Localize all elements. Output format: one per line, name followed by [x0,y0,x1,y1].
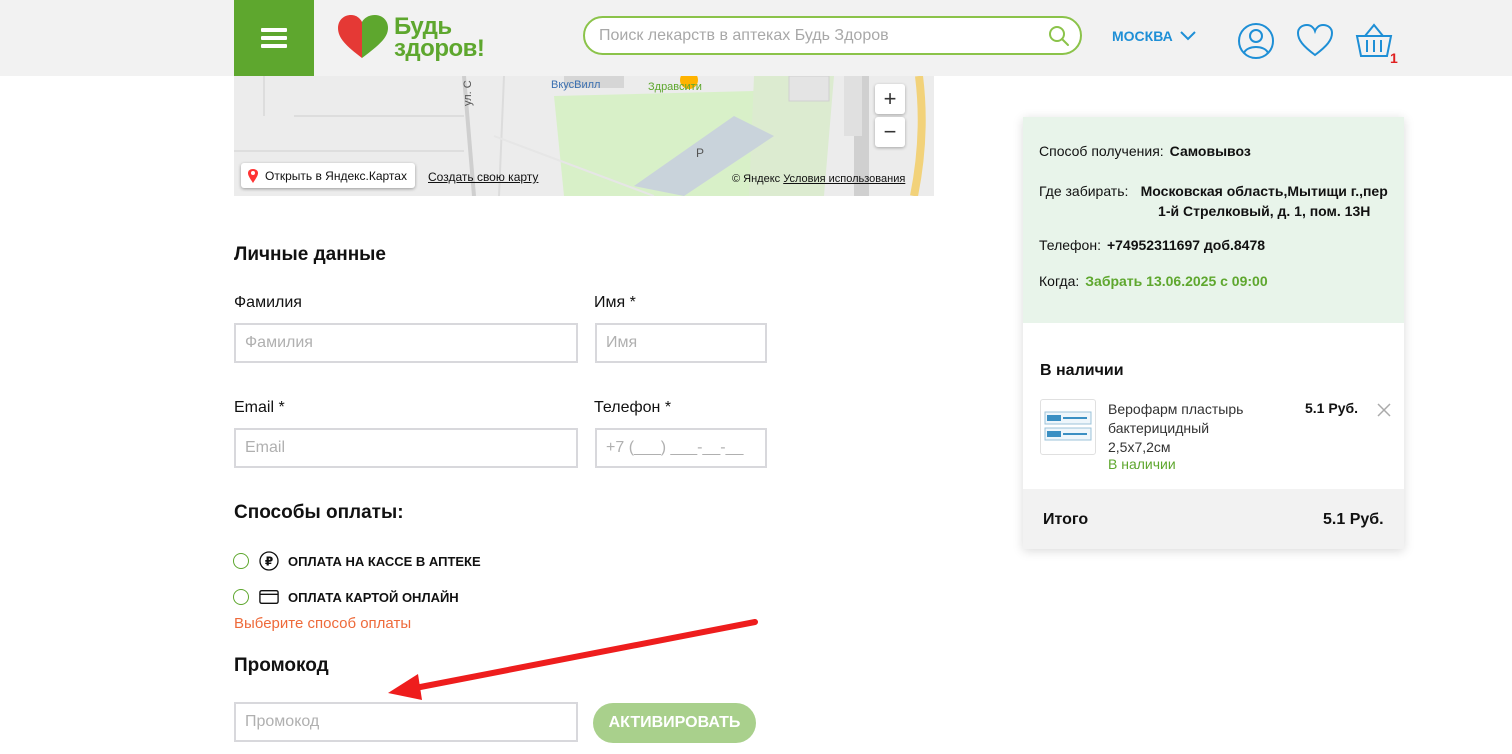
pickup-address-label: Где забирать: [1039,183,1129,199]
lastname-field[interactable] [234,323,578,363]
search-icon[interactable] [1048,25,1070,47]
logo-wordmark: Будь здоров! [394,15,485,62]
payment-option-cash[interactable]: ₽ ОПЛАТА НА КАССЕ В АПТЕКЕ [233,551,481,571]
firstname-label: Имя * [594,294,636,311]
zoom-out-button[interactable]: − [875,117,905,147]
firstname-field[interactable] [595,323,767,363]
search-input[interactable] [599,25,1039,47]
cart-basket-icon[interactable] [1355,22,1393,60]
create-map-link[interactable]: Создать свою карту [428,170,538,184]
map-zoom-controls: + − [875,84,905,147]
total-label: Итого [1043,511,1089,528]
city-label: МОСКВА [1112,28,1173,44]
map-copyright: © Яндекс Условия использования [732,173,905,185]
pickup-time-row: Когда: Забрать 13.06.2025 с 09:00 [1039,273,1268,289]
zoom-in-button[interactable]: + [875,84,905,114]
payment-option-label: ОПЛАТА НА КАССЕ В АПТЕКЕ [288,553,481,569]
phone-field[interactable] [595,428,767,468]
map-poi-label: ВкусВилл [551,79,601,91]
city-selector[interactable]: МОСКВА [1112,28,1197,44]
delivery-method-value: Самовывоз [1169,143,1251,159]
product-thumbnail[interactable] [1040,399,1096,455]
in-stock-title: В наличии [1040,362,1124,379]
activate-promo-button[interactable]: АКТИВИРОВАТЬ [593,703,756,743]
promo-title: Промокод [234,655,329,676]
payment-option-card[interactable]: ОПЛАТА КАРТОЙ ОНЛАЙН [233,587,459,607]
plaster-package-image [1044,411,1092,441]
site-logo[interactable]: Будь здоров! [336,14,485,62]
payment-methods-title: Способы оплаты: [234,502,404,523]
delivery-method-label: Способ получения: [1039,143,1164,159]
close-icon[interactable] [1376,402,1392,418]
pharmacy-phone-row: Телефон: +74952311697 доб.8478 [1039,237,1265,253]
ruble-icon: ₽ [259,551,279,571]
payment-option-label: ОПЛАТА КАРТОЙ ОНЛАЙН [288,589,459,605]
personal-data-title: Личные данные [234,244,386,265]
pickup-time-label: Когда: [1039,273,1080,289]
pharmacy-map[interactable]: ВкусВилл Здравсити ул. С Р + − Открыть в… [234,76,934,196]
map-copyright-text: © Яндекс [732,173,781,185]
promo-code-field[interactable] [234,702,578,742]
product-availability: В наличии [1108,456,1176,472]
user-profile-icon[interactable] [1237,22,1275,60]
open-in-yandex-maps-label: Открыть в Яндекс.Картах [265,168,407,183]
favorites-heart-icon[interactable] [1296,22,1334,60]
delivery-method-row: Способ получения: Самовывоз [1039,143,1251,159]
menu-button[interactable] [234,0,314,76]
svg-text:₽: ₽ [265,555,273,569]
order-summary-panel: Способ получения: Самовывоз Где забирать… [1023,117,1404,549]
pickup-address-value: Московская область,Мытищи г.,пер 1-й Стр… [1140,183,1388,219]
cart-count-badge: 1 [1390,50,1398,66]
pharmacy-phone-value: +74952311697 доб.8478 [1106,237,1266,253]
pharmacy-phone-label: Телефон: [1039,237,1101,253]
email-label: Email * [234,399,285,416]
map-pin-icon [248,168,258,183]
open-in-yandex-maps-button[interactable]: Открыть в Яндекс.Картах [241,163,415,188]
phone-label: Телефон * [594,399,672,416]
email-field[interactable] [234,428,578,468]
lastname-label: Фамилия [234,294,302,311]
red-arrow-annotation [388,619,758,700]
map-terms-link[interactable]: Условия использования [783,173,905,185]
hamburger-icon [261,24,287,52]
map-street-label: ул. С [462,80,474,106]
map-parking-label: Р [696,146,705,160]
logo-line2: здоров! [394,35,485,62]
map-poi-label: Здравсити [648,81,702,93]
chevron-down-icon [1180,31,1196,41]
payment-radio[interactable] [233,589,249,605]
card-icon [259,587,279,607]
product-price: 5.1 Руб. [1305,400,1359,416]
product-name[interactable]: Верофарм пластырь бактерицидный 2,5х7,2с… [1108,400,1258,457]
payment-radio[interactable] [233,553,249,569]
search-box [583,16,1082,55]
heart-logo-icon [338,15,388,58]
total-value: 5.1 Руб. [1323,511,1384,528]
pickup-time-value: Забрать 13.06.2025 с 09:00 [1085,273,1268,289]
site-header: Будь здоров! МОСКВА 1 [0,0,1512,76]
pickup-address-row: Где забирать: Московская область,Мытищи … [1039,181,1394,221]
